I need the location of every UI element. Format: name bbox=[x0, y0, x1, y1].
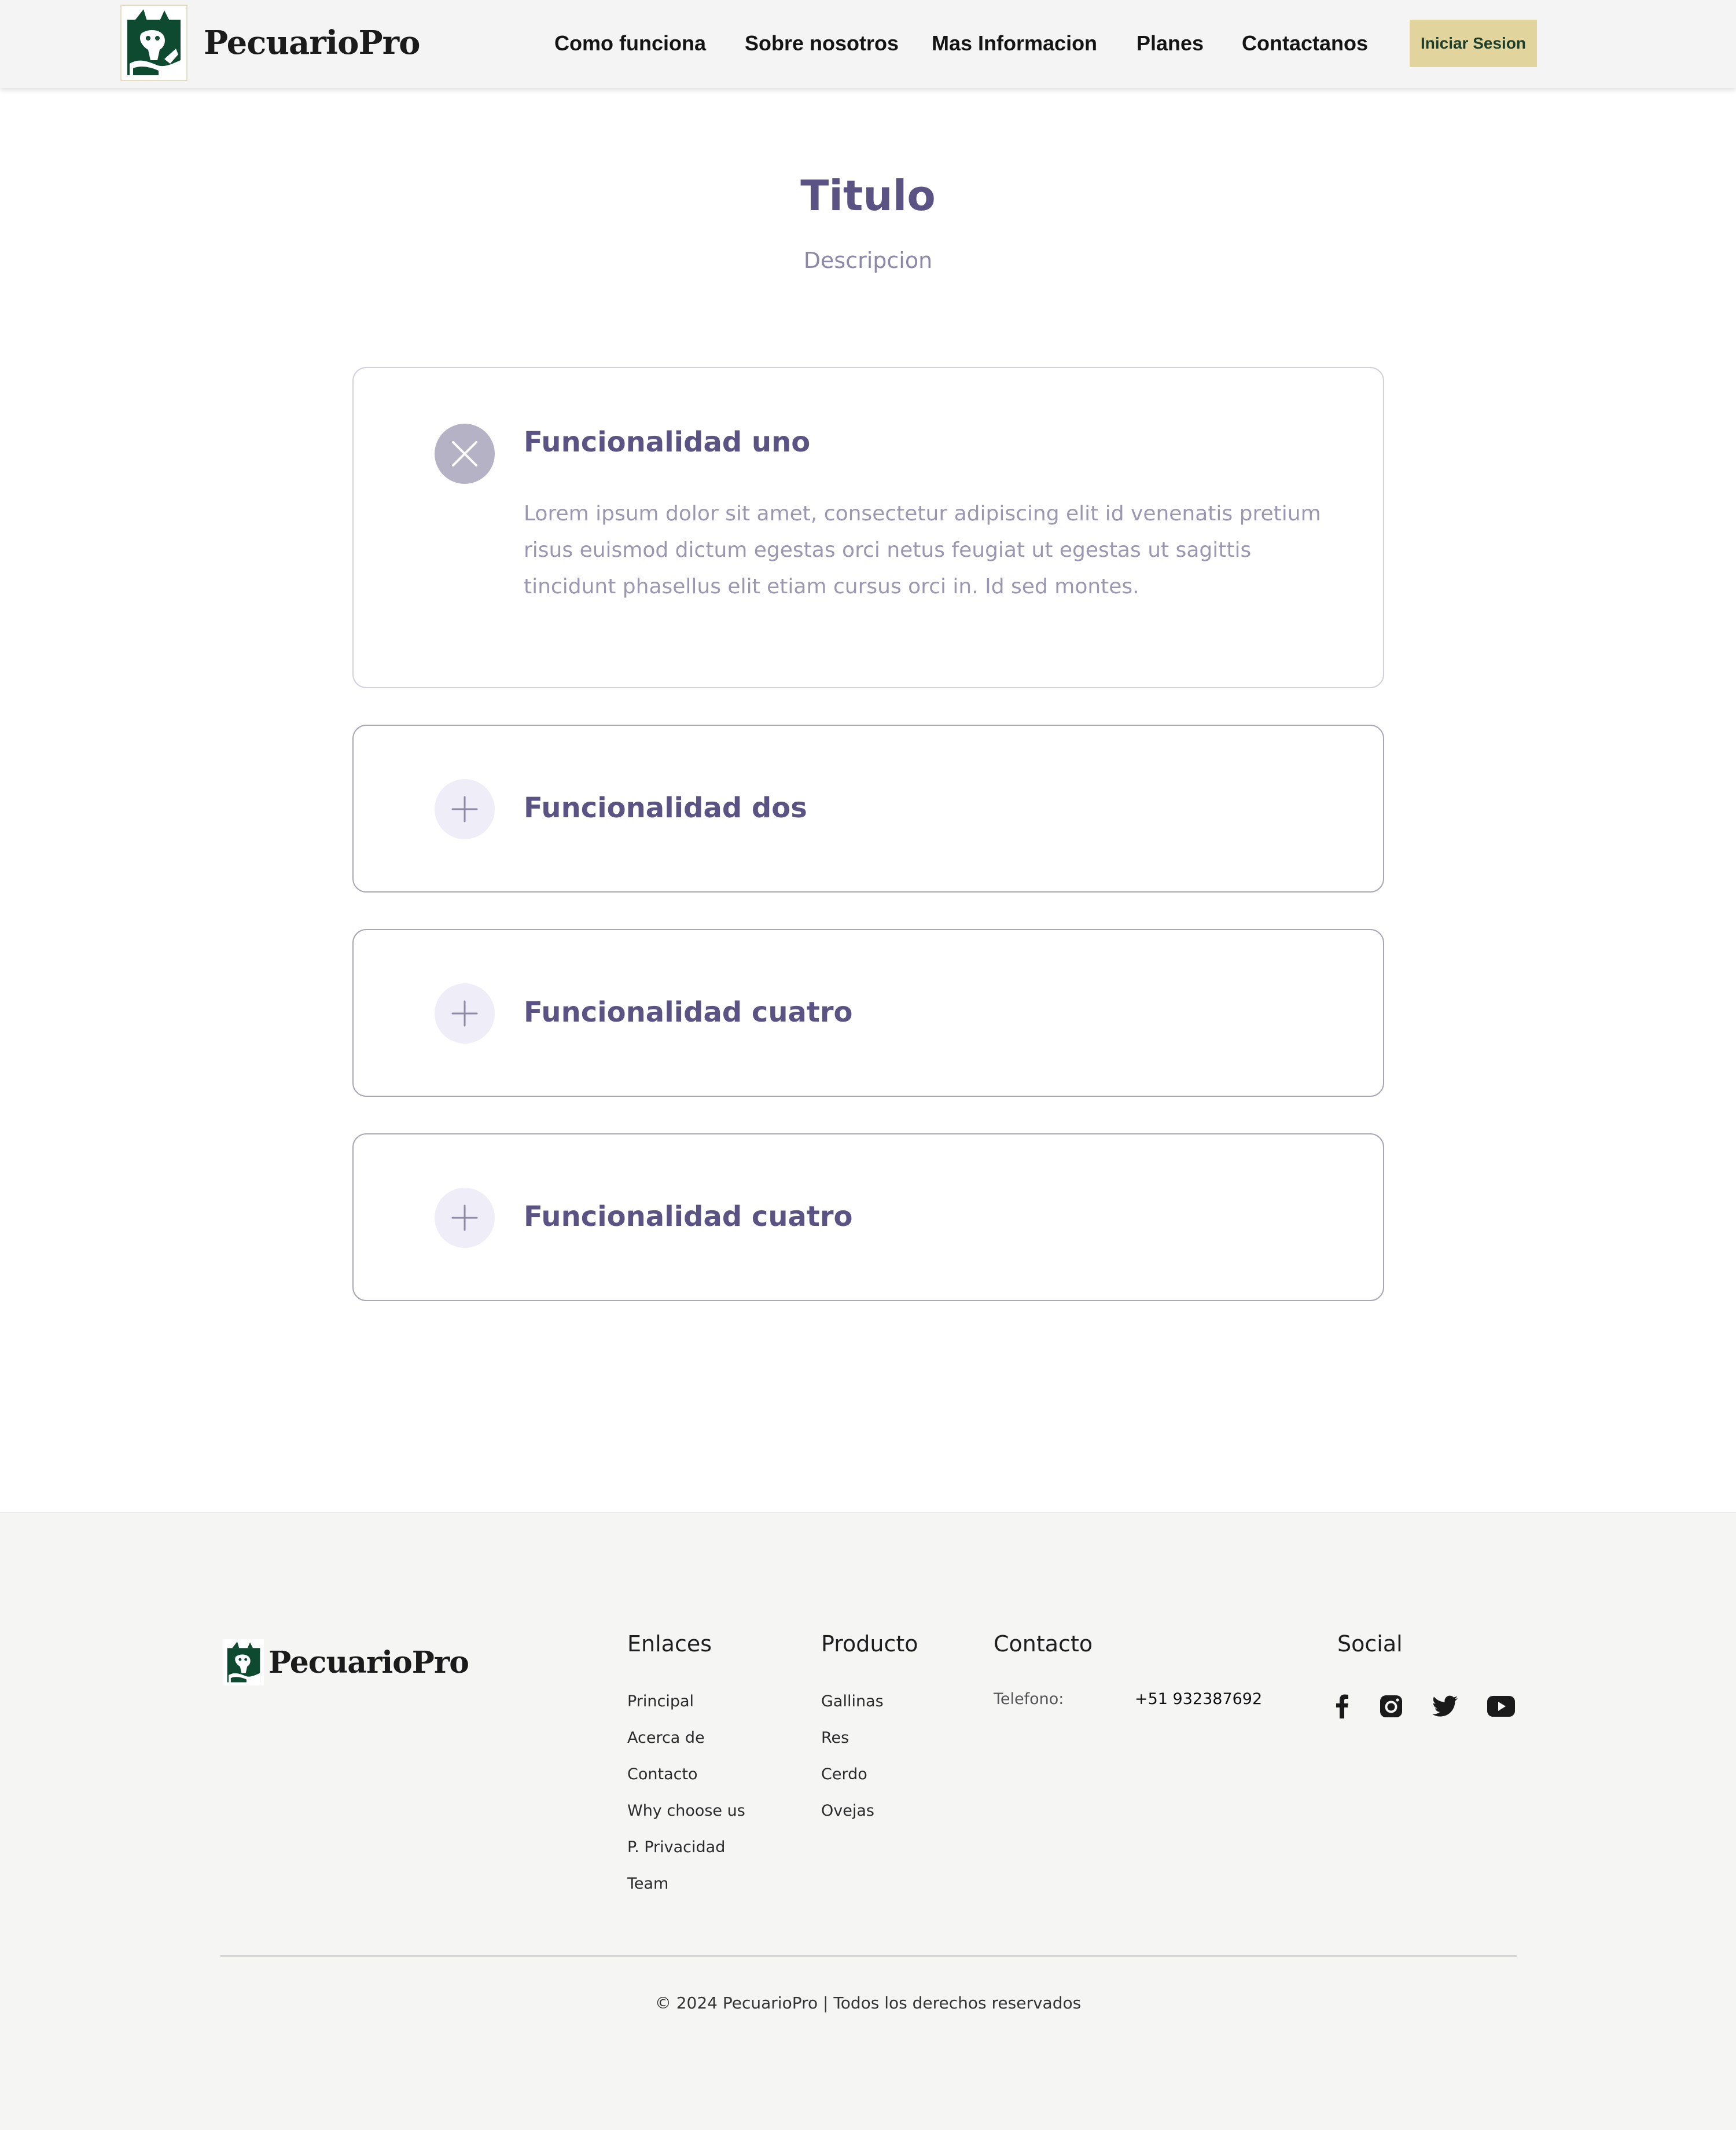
footer-heading-social: Social bbox=[1337, 1631, 1403, 1657]
login-button[interactable]: Iniciar Sesion bbox=[1410, 20, 1537, 67]
footer-link-cerdo[interactable]: Cerdo bbox=[821, 1765, 867, 1783]
plus-icon[interactable] bbox=[435, 1188, 495, 1248]
footer-link-team[interactable]: Team bbox=[627, 1875, 668, 1893]
footer-link-why-choose-us[interactable]: Why choose us bbox=[627, 1802, 745, 1820]
site-footer: PecuarioPro Enlaces Principal Acerca de … bbox=[0, 1512, 1736, 2130]
faq-item-title[interactable]: Funcionalidad cuatro bbox=[524, 1200, 853, 1233]
footer-link-gallinas[interactable]: Gallinas bbox=[821, 1692, 884, 1710]
faq-item[interactable]: Funcionalidad dos bbox=[352, 725, 1384, 893]
copyright-text: © 2024 PecuarioPro | Todos los derechos … bbox=[654, 1993, 1082, 2013]
footer-link-principal[interactable]: Principal bbox=[627, 1692, 694, 1710]
page-title: Titulo bbox=[800, 171, 936, 220]
brand-name: PecuarioPro bbox=[204, 24, 420, 62]
footer-brand-name: PecuarioPro bbox=[269, 1644, 469, 1680]
twitter-icon[interactable] bbox=[1432, 1692, 1458, 1720]
footer-link-ovejas[interactable]: Ovejas bbox=[821, 1802, 874, 1820]
phone-label: Telefono: bbox=[994, 1690, 1064, 1708]
site-header: PecuarioPro Como funciona Sobre nosotros… bbox=[0, 0, 1736, 88]
logo-icon bbox=[120, 5, 187, 81]
footer-link-acerca-de[interactable]: Acerca de bbox=[627, 1729, 705, 1747]
faq-item-title[interactable]: Funcionalidad uno bbox=[524, 426, 810, 458]
phone-number[interactable]: +51 932387692 bbox=[1135, 1690, 1262, 1708]
footer-link-res[interactable]: Res bbox=[821, 1729, 849, 1747]
footer-divider bbox=[220, 1955, 1517, 1957]
footer-link-privacidad[interactable]: P. Privacidad bbox=[627, 1838, 725, 1856]
logo-icon bbox=[223, 1639, 264, 1685]
nav-como-funciona[interactable]: Como funciona bbox=[554, 31, 706, 56]
plus-icon[interactable] bbox=[435, 983, 495, 1044]
close-icon[interactable] bbox=[435, 424, 495, 484]
footer-heading-productos: Productos bbox=[821, 1631, 917, 1657]
footer-heading-enlaces: Enlaces bbox=[627, 1631, 712, 1657]
faq-item-title[interactable]: Funcionalidad cuatro bbox=[524, 996, 853, 1029]
nav-planes[interactable]: Planes bbox=[1137, 31, 1204, 56]
faq-item: Funcionalidad uno Lorem ipsum dolor sit … bbox=[352, 367, 1384, 688]
faq-item[interactable]: Funcionalidad cuatro bbox=[352, 929, 1384, 1097]
faq-item[interactable]: Funcionalidad cuatro bbox=[352, 1133, 1384, 1301]
nav-sobre-nosotros[interactable]: Sobre nosotros bbox=[745, 31, 899, 56]
faq-item-body: Lorem ipsum dolor sit amet, consectetur … bbox=[524, 502, 1321, 598]
footer-link-contacto[interactable]: Contacto bbox=[627, 1765, 698, 1783]
youtube-icon[interactable] bbox=[1487, 1692, 1515, 1720]
footer-brand[interactable]: PecuarioPro bbox=[223, 1639, 469, 1685]
brand[interactable]: PecuarioPro bbox=[120, 5, 420, 81]
nav-mas-informacion[interactable]: Mas Informacion bbox=[932, 31, 1097, 56]
instagram-icon[interactable] bbox=[1378, 1692, 1404, 1720]
page-description: Descripcion bbox=[803, 248, 933, 273]
plus-icon[interactable] bbox=[435, 779, 495, 839]
footer-heading-contacto: Contacto bbox=[994, 1631, 1093, 1657]
faq-item-title[interactable]: Funcionalidad dos bbox=[524, 792, 807, 824]
facebook-icon[interactable] bbox=[1336, 1692, 1349, 1720]
nav-contactanos[interactable]: Contactanos bbox=[1242, 31, 1368, 56]
